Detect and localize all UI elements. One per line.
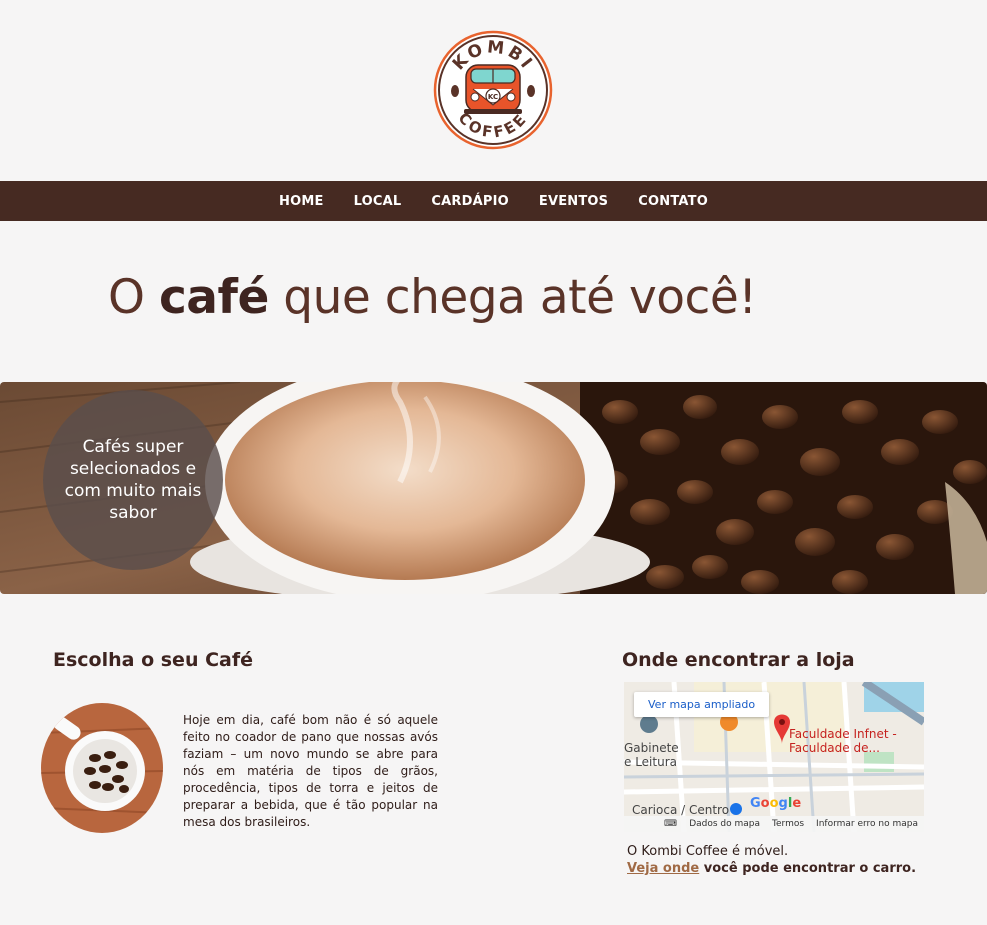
view-larger-map-button[interactable]: Ver mapa ampliado [634,692,770,717]
map-place-line1: Faculdade Infnet - [789,727,897,741]
mobile-link-line: Veja onde você pode encontrar o carro. [627,860,916,877]
main-nav: HOME LOCAL CARDÁPIO EVENTOS CONTATO [0,181,987,221]
map-label-gabinete-2: e Leitura [624,755,677,769]
mobile-info: O Kombi Coffee é móvel. Veja onde você p… [627,843,916,877]
kombi-coffee-logo[interactable]: KOMBI COFFEE KC [433,29,553,151]
find-store-title: Onde encontrar a loja [622,649,855,671]
map-label-carioca: Carioca / Centro [632,803,730,817]
mobile-text: O Kombi Coffee é móvel. [627,844,789,859]
hero-prefix: O [108,270,159,325]
nav-eventos[interactable]: EVENTOS [524,194,623,209]
hero-suffix: que chega até você! [268,270,757,325]
map-place-label[interactable]: Faculdade Infnet - Faculdade de... [789,727,897,755]
nav-home[interactable]: HOME [264,194,339,209]
hero-bold: café [158,270,269,325]
map-data-link[interactable]: Dados do mapa [689,819,760,829]
nav-local[interactable]: LOCAL [339,194,417,209]
header: KOMBI COFFEE KC [0,0,987,181]
nav-contato[interactable]: CONTATO [623,194,723,209]
google-logo: Google [750,796,802,811]
map-report-link[interactable]: Informar erro no mapa [816,819,918,829]
choose-coffee-paragraph: Hoje em dia, café bom não é só aquele fe… [183,713,438,829]
hero-title: O café que chega até você! [108,270,757,325]
mobile-link-suffix: você pode encontrar o carro. [699,861,917,876]
choose-coffee-title: Escolha o seu Café [53,649,254,671]
map-footer: ⌨ Dados do mapa Termos Informar erro no … [624,816,924,832]
coffee-cup-image [41,703,163,833]
map-label-gabinete-1: Gabinete [624,741,679,755]
keyboard-icon[interactable]: ⌨ [664,819,677,829]
map-place-line2: Faculdade de... [789,741,880,755]
map-terms-link[interactable]: Termos [772,819,804,829]
svg-text:KC: KC [488,93,498,101]
see-where-link[interactable]: Veja onde [627,861,699,876]
banner-badge: Cafés super selecionados e com muito mai… [43,390,223,570]
nav-cardapio[interactable]: CARDÁPIO [416,194,523,209]
embedded-map[interactable]: Ver mapa ampliado Faculdade Infnet - Fac… [624,682,924,832]
